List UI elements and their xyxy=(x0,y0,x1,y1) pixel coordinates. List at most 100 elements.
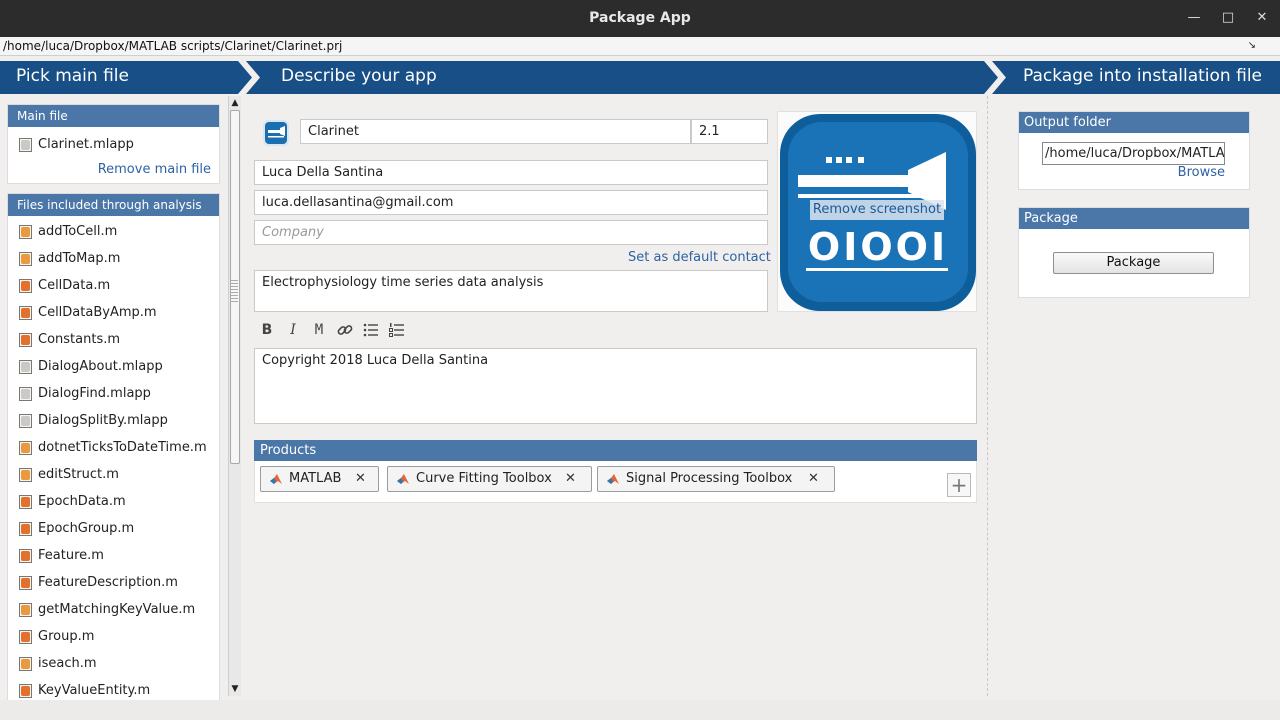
output-folder-field[interactable]: /home/luca/Dropbox/MATLAB xyxy=(1042,142,1225,165)
app-file-icon xyxy=(19,360,32,374)
file-name: CellData.m xyxy=(38,278,111,293)
main-file-header: Main file xyxy=(8,105,219,127)
step-separator-icon xyxy=(238,61,260,94)
class-file-icon xyxy=(19,549,32,563)
file-name: CellDataByAmp.m xyxy=(38,305,157,320)
company-placeholder: Company xyxy=(262,225,324,240)
matlab-logo-icon xyxy=(397,474,409,484)
file-name: addToMap.m xyxy=(38,251,121,266)
class-file-icon xyxy=(19,576,32,590)
file-name: getMatchingKeyValue.m xyxy=(38,602,196,617)
italic-button[interactable]: I xyxy=(283,321,303,339)
remove-product-icon[interactable]: ✕ xyxy=(808,467,819,491)
class-file-icon xyxy=(19,684,32,698)
svg-text:OIOOI: OIOOI xyxy=(808,225,948,269)
list-item[interactable]: FeatureDescription.m xyxy=(8,569,219,596)
clarinet-icon xyxy=(268,126,285,138)
function-file-icon xyxy=(19,603,32,617)
list-item[interactable]: CellData.m xyxy=(8,272,219,299)
matlab-logo-icon xyxy=(607,474,619,484)
maximize-icon[interactable]: □ xyxy=(1218,8,1238,28)
remove-product-icon[interactable]: ✕ xyxy=(355,467,366,491)
left-scrollbar[interactable]: ▲ ▼ xyxy=(228,96,241,696)
window-title: Package App xyxy=(589,10,691,26)
list-item[interactable]: DialogSplitBy.mlapp xyxy=(8,407,219,434)
class-file-icon xyxy=(19,495,32,509)
list-item[interactable]: editStruct.m xyxy=(8,461,219,488)
product-chip-signal-processing: Signal Processing Toolbox ✕ xyxy=(597,466,835,492)
list-item[interactable]: EpochData.m xyxy=(8,488,219,515)
product-name: Signal Processing Toolbox xyxy=(626,471,793,486)
list-item[interactable]: addToCell.m xyxy=(8,218,219,245)
list-item[interactable]: DialogAbout.mlapp xyxy=(8,353,219,380)
file-name: FeatureDescription.m xyxy=(38,575,178,590)
scroll-down-icon[interactable]: ▼ xyxy=(229,683,241,695)
summary-field[interactable]: Electrophysiology time series data analy… xyxy=(254,270,768,312)
description-field[interactable]: Copyright 2018 Luca Della Santina xyxy=(254,348,977,424)
file-name: dotnetTicksToDateTime.m xyxy=(38,440,207,455)
function-file-icon xyxy=(19,225,32,239)
product-chip-curve-fitting: Curve Fitting Toolbox ✕ xyxy=(387,466,592,492)
app-file-icon xyxy=(19,138,32,152)
step-pick-main-file[interactable]: Pick main file xyxy=(16,61,129,94)
product-name: Curve Fitting Toolbox xyxy=(416,471,552,486)
file-name: DialogFind.mlapp xyxy=(38,386,151,401)
class-file-icon xyxy=(19,333,32,347)
left-panel: Main file Clarinet.mlapp Remove main fil… xyxy=(7,104,220,703)
list-item[interactable]: CellDataByAmp.m xyxy=(8,299,219,326)
list-item[interactable]: Group.m xyxy=(8,623,219,650)
file-name: Group.m xyxy=(38,629,95,644)
app-icon[interactable] xyxy=(263,120,289,146)
monospace-button[interactable]: M xyxy=(309,321,329,339)
list-item[interactable]: Constants.m xyxy=(8,326,219,353)
author-name-field[interactable]: Luca Della Santina xyxy=(254,160,768,185)
package-button[interactable]: Package xyxy=(1053,252,1214,274)
remove-main-file-link[interactable]: Remove main file xyxy=(98,162,211,177)
step-package-install[interactable]: Package into installation file xyxy=(1023,61,1262,94)
add-product-icon[interactable]: + xyxy=(947,473,971,497)
file-name: iseach.m xyxy=(38,656,97,671)
version-field[interactable]: 2.1 xyxy=(691,119,768,144)
scroll-up-icon[interactable]: ▲ xyxy=(229,97,241,109)
app-name-field[interactable]: Clarinet xyxy=(300,119,691,144)
file-name: editStruct.m xyxy=(38,467,119,482)
bold-button[interactable]: B xyxy=(257,321,277,339)
list-item[interactable]: EpochGroup.m xyxy=(8,515,219,542)
project-path: /home/luca/Dropbox/MATLAB scripts/Clarin… xyxy=(3,39,343,53)
function-file-icon xyxy=(19,252,32,266)
close-icon[interactable]: ✕ xyxy=(1252,8,1272,28)
minimize-icon[interactable]: — xyxy=(1184,8,1204,28)
bullet-list-button[interactable] xyxy=(361,321,381,339)
set-default-contact-link[interactable]: Set as default contact xyxy=(628,250,771,265)
splitter-grip[interactable] xyxy=(230,280,238,302)
browse-link[interactable]: Browse xyxy=(1178,165,1225,180)
product-name: MATLAB xyxy=(289,471,342,486)
bullet-list-icon xyxy=(363,323,378,337)
product-chip-matlab: MATLAB ✕ xyxy=(260,466,379,492)
numbered-list-button[interactable] xyxy=(387,321,407,339)
email-field[interactable]: luca.dellasantina@gmail.com xyxy=(254,190,768,215)
status-bar xyxy=(0,700,1280,720)
list-item[interactable]: iseach.m xyxy=(8,650,219,677)
main-file-item[interactable]: Clarinet.mlapp xyxy=(8,131,219,158)
list-item[interactable]: DialogFind.mlapp xyxy=(8,380,219,407)
main-file-name: Clarinet.mlapp xyxy=(38,137,134,152)
list-item[interactable]: Feature.m xyxy=(8,542,219,569)
company-field[interactable]: Company xyxy=(254,220,768,245)
included-files-header: Files included through analysis xyxy=(8,194,219,216)
list-item[interactable]: addToMap.m xyxy=(8,245,219,272)
link-button[interactable] xyxy=(335,321,355,339)
list-item[interactable]: dotnetTicksToDateTime.m xyxy=(8,434,219,461)
file-name: Constants.m xyxy=(38,332,121,347)
output-folder-header: Output folder xyxy=(1019,112,1249,133)
remove-screenshot-link[interactable]: Remove screenshot xyxy=(810,200,944,220)
list-item[interactable]: getMatchingKeyValue.m xyxy=(8,596,219,623)
remove-product-icon[interactable]: ✕ xyxy=(565,467,576,491)
class-file-icon xyxy=(19,306,32,320)
step-describe-app[interactable]: Describe your app xyxy=(281,61,437,94)
output-folder-section: Output folder /home/luca/Dropbox/MATLAB … xyxy=(1018,111,1250,190)
file-name: DialogAbout.mlapp xyxy=(38,359,163,374)
numbered-list-icon xyxy=(389,323,404,337)
collapse-icon[interactable]: ↘ xyxy=(1248,40,1256,51)
file-name: EpochData.m xyxy=(38,494,126,509)
